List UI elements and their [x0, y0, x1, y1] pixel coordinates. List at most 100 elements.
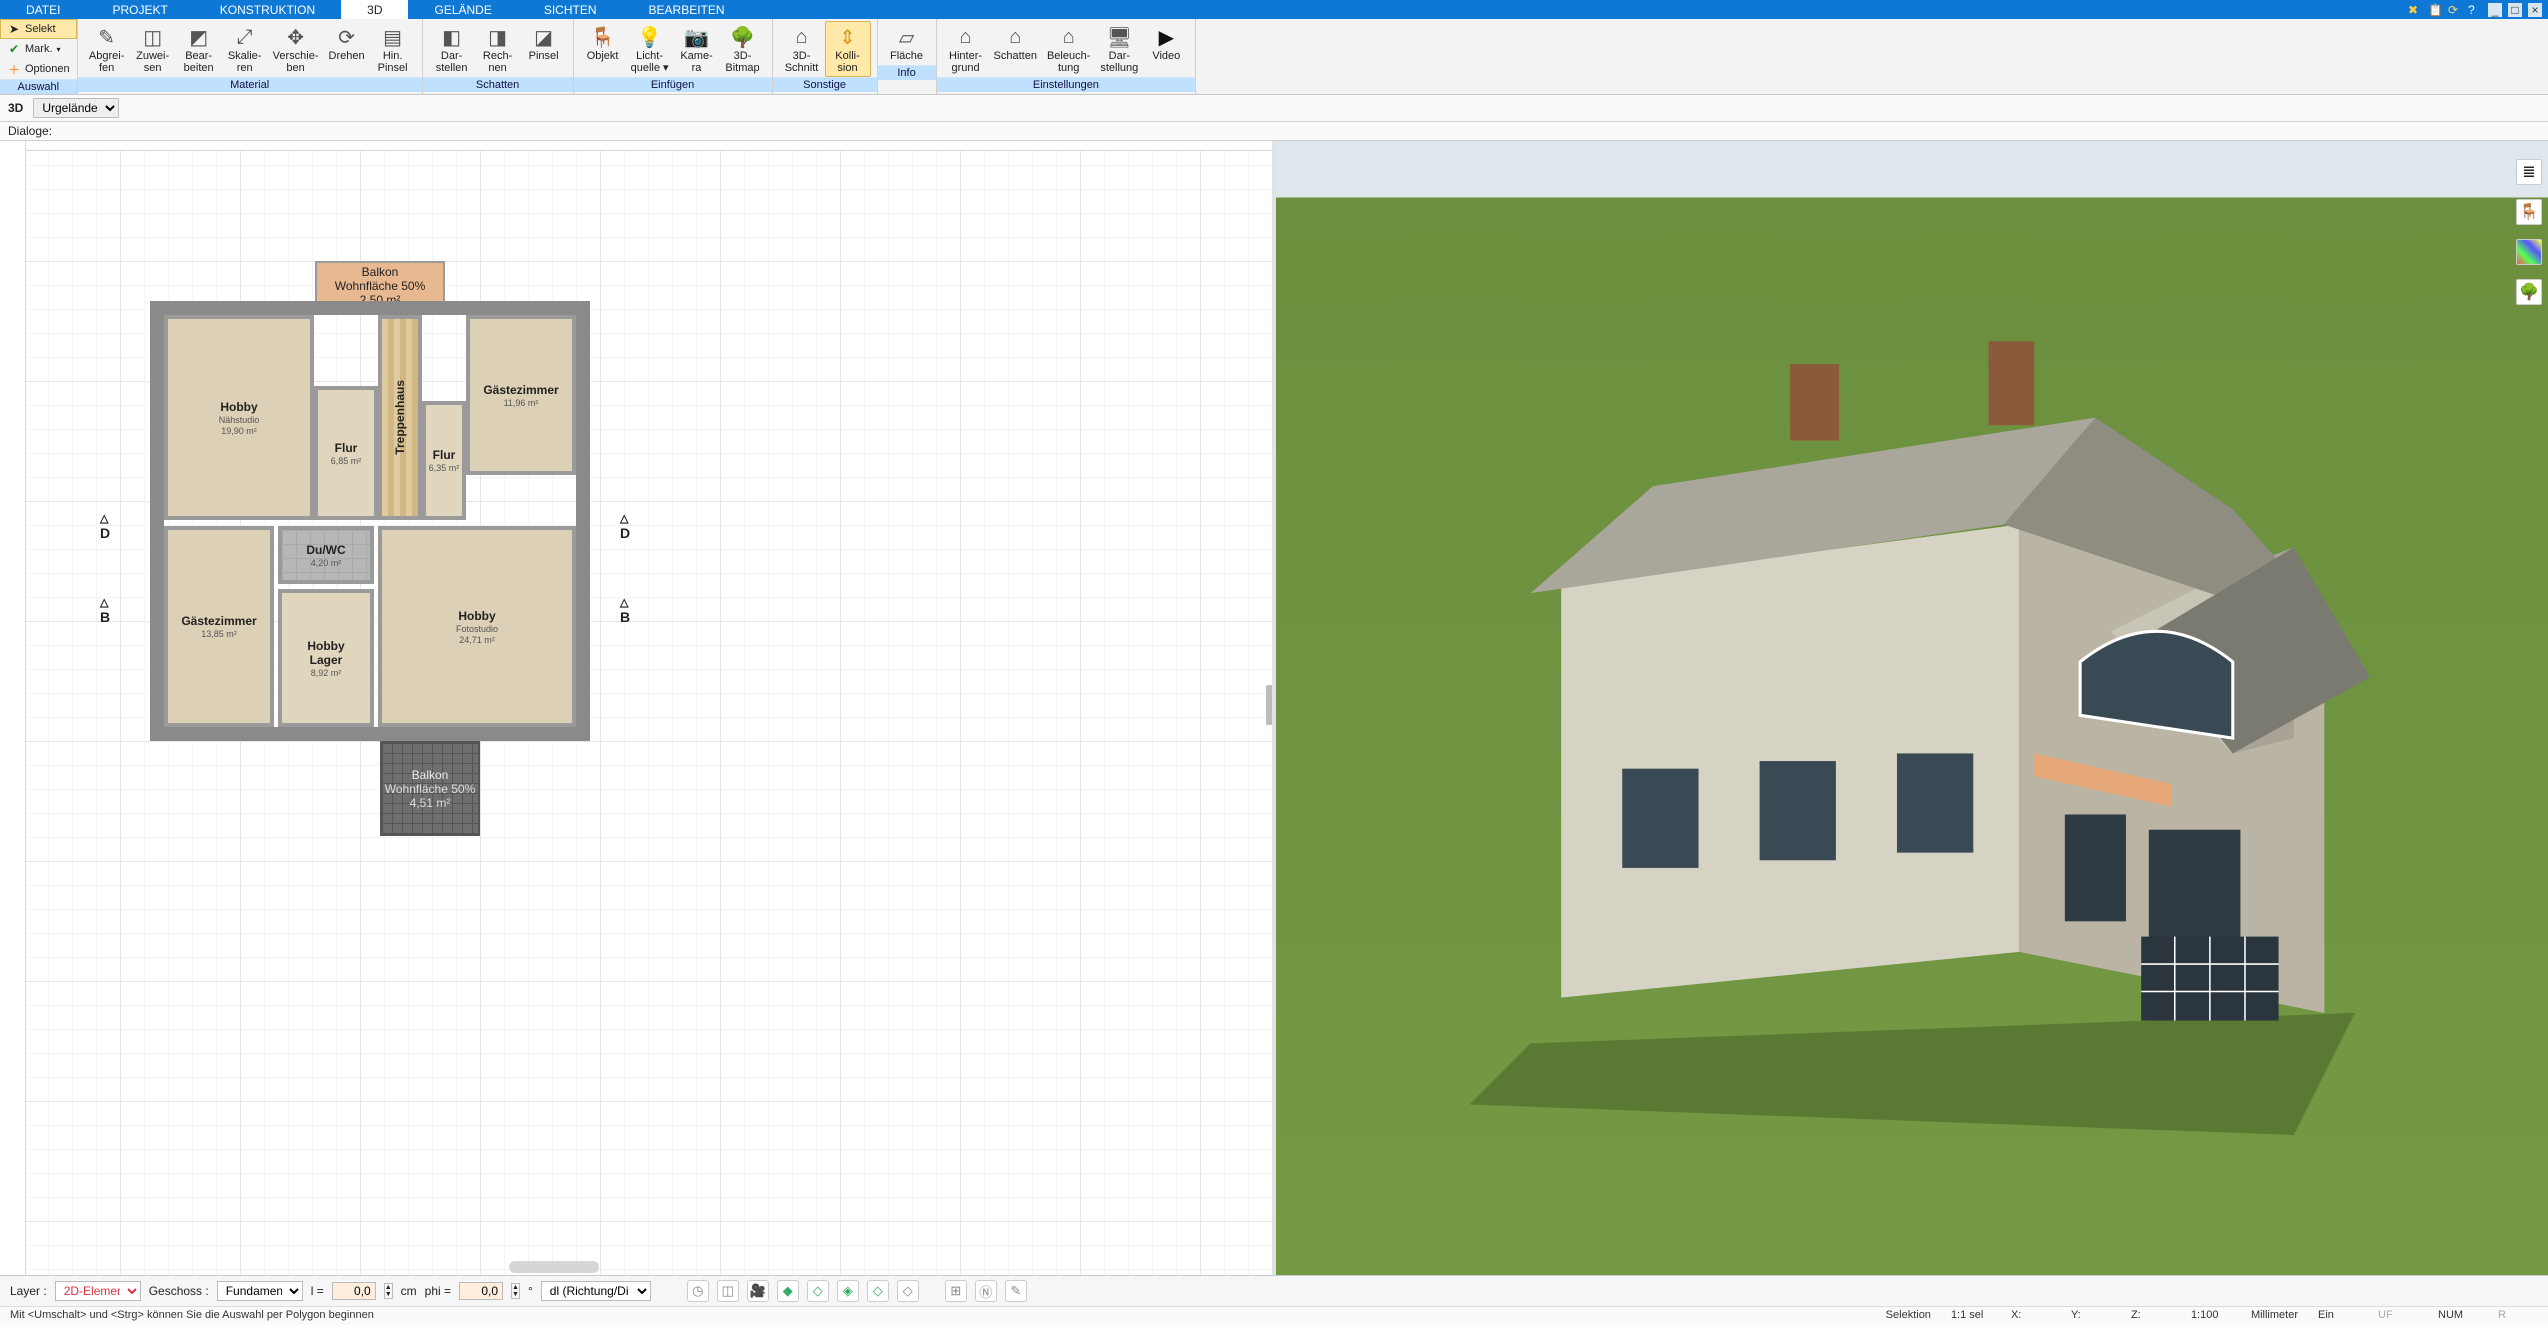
objekt-button[interactable]: 🪑Objekt	[580, 21, 626, 77]
optionen-button[interactable]: ＋Optionen	[0, 59, 77, 79]
group-label-info: Info	[878, 65, 936, 80]
tools-icon[interactable]: ✖	[2408, 3, 2422, 17]
status-y: Y:	[2071, 1309, 2111, 1321]
minimize-icon[interactable]: _	[2488, 3, 2502, 17]
l-label: l =	[311, 1284, 324, 1298]
pinsel-button[interactable]: ◪Pinsel	[521, 21, 567, 77]
layer4-button[interactable]: ◇	[867, 1280, 889, 1302]
materials-button[interactable]	[2516, 239, 2542, 265]
mark-button[interactable]: ✔Mark.▾	[0, 39, 77, 59]
scene-button[interactable]: ◫	[717, 1280, 739, 1302]
flaeche-button[interactable]: ▱Fläche	[884, 21, 930, 65]
room-flur-2[interactable]: Flur 6,35 m²	[422, 401, 466, 520]
3d-bitmap-button[interactable]: 🌳3D- Bitmap	[720, 21, 766, 77]
geschoss-select[interactable]: Fundament	[217, 1281, 303, 1301]
layer3-button[interactable]: ◈	[837, 1280, 859, 1302]
phi-step-up[interactable]: ▲	[512, 1284, 519, 1291]
info-button[interactable]: ✎	[1005, 1280, 1027, 1302]
menu-datei[interactable]: DATEI	[0, 0, 86, 19]
drehen-button[interactable]: ⟳Drehen	[324, 21, 370, 77]
selekt-button[interactable]: ➤Selekt	[0, 19, 77, 39]
hintergrund-button[interactable]: ⌂Hinter- grund	[943, 21, 989, 77]
furniture-button[interactable]: 🪑	[2516, 199, 2542, 225]
status-x: X:	[2011, 1309, 2051, 1321]
skalieren-button[interactable]: ⤢Skalie- ren	[222, 21, 268, 77]
room-hobby-naehstudio[interactable]: Hobby Nähstudio 19,90 m²	[164, 315, 314, 520]
room-gaestezimmer-2[interactable]: Gästezimmer 13,85 m²	[164, 526, 274, 727]
help-icon[interactable]: ?	[2468, 3, 2482, 17]
dl-select[interactable]: dl (Richtung/Di	[541, 1281, 651, 1301]
dialoge-bar: Dialoge:	[0, 122, 2548, 141]
kollision-button[interactable]: ⇕Kolli- sion	[825, 21, 871, 77]
status-rf: R	[2498, 1309, 2538, 1321]
bearbeiten-button[interactable]: ◩Bear- beiten	[176, 21, 222, 77]
3d-schnitt-button[interactable]: ⌂3D- Schnitt	[779, 21, 825, 77]
status-unit: Millimeter	[2251, 1309, 2298, 1321]
horizontal-scrollbar[interactable]	[509, 1261, 599, 1273]
rechnen-button[interactable]: ◨Rech- nen	[475, 21, 521, 77]
camera-button[interactable]: 🎥	[747, 1280, 769, 1302]
splitter-handle[interactable]	[1266, 685, 1274, 725]
menu-projekt[interactable]: PROJEKT	[86, 0, 193, 19]
brush-icon: ◪	[534, 24, 553, 50]
terrain-select[interactable]: Urgelände	[33, 98, 119, 118]
ribbon-group-material: ✎Abgrei- fen ◫Zuwei- sen ◩Bear- beiten ⤢…	[78, 19, 423, 94]
3d-view-pane[interactable]: ≣ 🪑 🌳	[1276, 141, 2548, 1275]
bg-brush-icon: ▤	[383, 24, 402, 50]
section-marker-b-left: △B	[100, 593, 110, 625]
status-ein: Ein	[2318, 1309, 2358, 1321]
l-input[interactable]	[332, 1282, 376, 1300]
group-label-schatten: Schatten	[423, 77, 573, 92]
beleuchtung-button[interactable]: ⌂Beleuch- tung	[1042, 21, 1095, 77]
kamera-button[interactable]: 📷Kame- ra	[674, 21, 720, 77]
zuweisen-button[interactable]: ◫Zuwei- sen	[130, 21, 176, 77]
lichtquelle-button[interactable]: 💡Licht- quelle ▾	[626, 21, 674, 77]
camera-icon: 📷	[684, 24, 709, 50]
layer1-button[interactable]: ◆	[777, 1280, 799, 1302]
menu-konstruktion[interactable]: KONSTRUKTION	[194, 0, 341, 19]
menu-bearbeiten[interactable]: BEARBEITEN	[623, 0, 751, 19]
room-treppenhaus[interactable]: Treppenhaus	[378, 315, 422, 520]
room-flur-1[interactable]: Flur 6,85 m²	[314, 386, 378, 520]
phi-input[interactable]	[459, 1282, 503, 1300]
ribbon-group-schatten: ◧Dar- stellen ◨Rech- nen ◪Pinsel Schatte…	[423, 19, 574, 94]
clipboard-icon[interactable]: 📋	[2428, 3, 2442, 17]
close-icon[interactable]: ×	[2528, 3, 2542, 17]
menu-3d[interactable]: 3D	[341, 0, 408, 19]
layer-select[interactable]: 2D-Elemen	[55, 1281, 141, 1301]
clock-button[interactable]: ◷	[687, 1280, 709, 1302]
refresh-icon[interactable]: ⟳	[2448, 3, 2462, 17]
layer2-button[interactable]: ◇	[807, 1280, 829, 1302]
darstellen-button[interactable]: ◧Dar- stellen	[429, 21, 475, 77]
room-hobby-lager[interactable]: Hobby Lager 8,92 m²	[278, 589, 374, 727]
room-duwc-1[interactable]: Du/WC 4,20 m²	[278, 526, 374, 584]
phi-step-down[interactable]: ▼	[512, 1291, 519, 1298]
l-step-up[interactable]: ▲	[385, 1284, 392, 1291]
room-hobby-fotostudio[interactable]: Hobby Fotostudio 24,71 m²	[378, 526, 576, 727]
l-step-down[interactable]: ▼	[385, 1291, 392, 1298]
abgreifen-button[interactable]: ✎Abgrei- fen	[84, 21, 130, 77]
north-icon: Ⓝ	[979, 1282, 992, 1301]
layers-button[interactable]: ≣	[2516, 159, 2542, 185]
rotate-icon: ⟳	[338, 24, 355, 50]
l-unit: cm	[401, 1284, 417, 1298]
play-icon: ▶	[1159, 24, 1174, 50]
darstellung-button[interactable]: 🖥Dar- stellung	[1095, 21, 1143, 77]
maximize-icon[interactable]: □	[2508, 3, 2522, 17]
floorplan-pane[interactable]: Balkon Wohnfläche 50% 2,50 m² Hobby Nähs…	[0, 141, 1276, 1275]
schatten-button[interactable]: ⌂Schatten	[989, 21, 1042, 77]
phi-label: phi =	[425, 1284, 451, 1298]
verschieben-button[interactable]: ✥Verschie- ben	[268, 21, 324, 77]
room-balkon-bottom[interactable]: Balkon Wohnfläche 50% 4,51 m²	[380, 741, 480, 836]
plants-button[interactable]: 🌳	[2516, 279, 2542, 305]
room-gaestezimmer-1[interactable]: Gästezimmer 11,96 m²	[466, 315, 576, 475]
video-button[interactable]: ▶Video	[1143, 21, 1189, 77]
menu-gelaende[interactable]: GELÄNDE	[408, 0, 517, 19]
geschoss-label: Geschoss :	[149, 1284, 209, 1298]
north-button[interactable]: Ⓝ	[975, 1280, 997, 1302]
hin-pinsel-button[interactable]: ▤Hin. Pinsel	[370, 21, 416, 77]
menu-sichten[interactable]: SICHTEN	[518, 0, 623, 19]
ribbon-group-sonstige: ⌂3D- Schnitt ⇕Kolli- sion Sonstige	[773, 19, 878, 94]
layer5-button[interactable]: ◇	[897, 1280, 919, 1302]
grid-button[interactable]: ⊞	[945, 1280, 967, 1302]
